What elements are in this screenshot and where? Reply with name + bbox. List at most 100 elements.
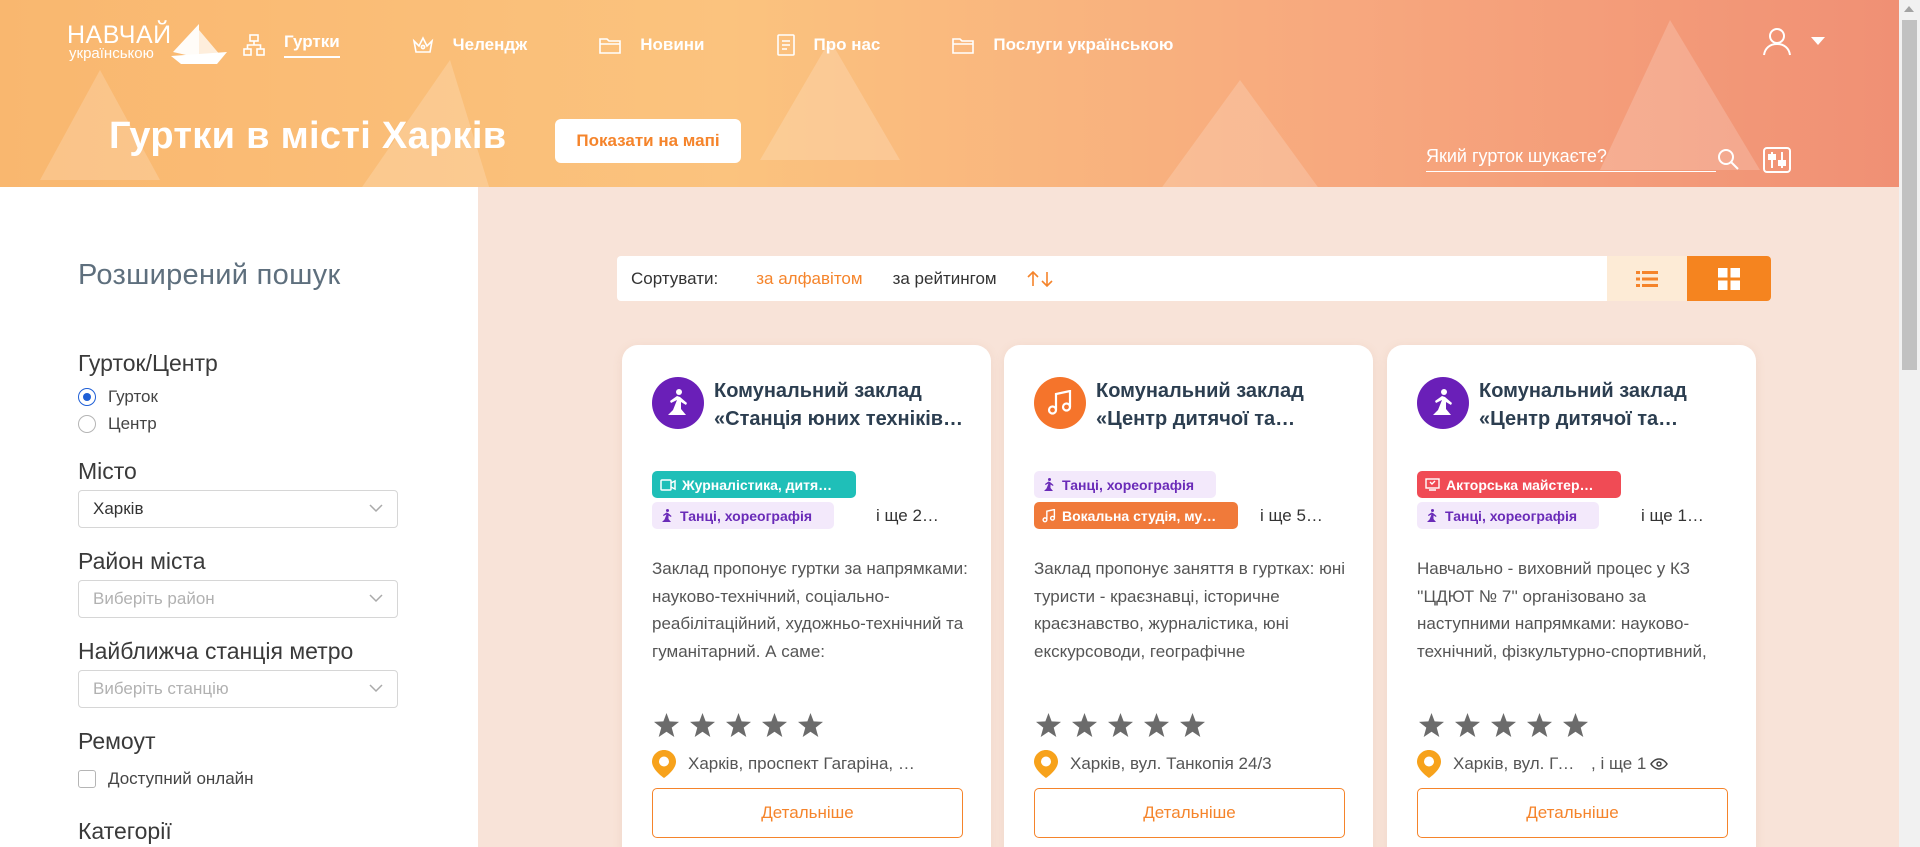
address-more[interactable]: , і ще 1 xyxy=(1591,754,1646,774)
list-view-button[interactable] xyxy=(1607,256,1687,301)
metro-select[interactable]: Виберіть станцію xyxy=(78,670,398,708)
more-categories[interactable]: і ще 2… xyxy=(876,506,939,526)
club-title-line: Комунальний заклад xyxy=(1096,380,1304,402)
sort-direction-toggle[interactable] xyxy=(1027,270,1053,287)
user-menu[interactable] xyxy=(1762,26,1826,56)
grid-view-button[interactable] xyxy=(1687,256,1771,301)
online-checkbox[interactable] xyxy=(78,770,96,788)
nav-item-about[interactable]: Про нас xyxy=(776,30,881,60)
card-header: Комунальний заклад «Центр дитячої та… xyxy=(1417,377,1734,433)
location-pin-icon xyxy=(652,750,676,778)
club-address: Харків, вул. Грозн… , і ще 1 xyxy=(1417,750,1669,778)
club-card[interactable]: Комунальний заклад «Центр дитячої та… Та… xyxy=(1004,345,1373,847)
club-title[interactable]: Комунальний заклад «Станція юних технікі… xyxy=(714,377,969,433)
category-tag: Танці, хореографія xyxy=(1417,502,1599,529)
decor-triangle xyxy=(1160,80,1320,187)
hierarchy-icon xyxy=(243,34,265,56)
club-title[interactable]: Комунальний заклад «Центр дитячої та… xyxy=(1096,377,1351,433)
location-pin-icon xyxy=(1417,750,1441,778)
club-description: Навчально - виховний процес у КЗ ''ЦДЮТ … xyxy=(1417,559,1707,661)
star-icon xyxy=(798,713,823,737)
tag-label: Журналістика, дитя… xyxy=(682,476,833,493)
theater-icon xyxy=(1425,478,1440,491)
club-card[interactable]: Комунальний заклад «Станція юних технікі… xyxy=(622,345,991,847)
search-input[interactable] xyxy=(1426,142,1716,170)
sort-alphabet[interactable]: за алфавітом xyxy=(756,269,862,289)
club-title-line: Комунальний заклад xyxy=(714,380,922,402)
more-categories[interactable]: і ще 5… xyxy=(1260,506,1323,526)
nav-item-clubs[interactable]: Гуртки xyxy=(243,30,340,60)
folder-icon xyxy=(599,38,622,54)
page-scrollbar[interactable] xyxy=(1899,0,1920,847)
district-label: Район міста xyxy=(78,548,206,574)
nav-item-challenge[interactable]: Челендж xyxy=(412,30,528,60)
dance-icon xyxy=(668,389,687,415)
online-checkbox-row[interactable]: Доступний онлайн xyxy=(78,769,254,789)
page-title: Гуртки в місті Харків xyxy=(109,115,507,157)
club-title-line: «Центр дитячої та… xyxy=(1479,408,1679,430)
caret-down-icon xyxy=(1811,37,1825,45)
dance-icon xyxy=(1433,389,1452,415)
radio-center[interactable]: Центр xyxy=(78,414,157,434)
address-text: Харків, проспект Гагаріна, … xyxy=(688,754,915,773)
more-categories[interactable]: і ще 1… xyxy=(1641,506,1704,526)
category-tag: Танці, хореографія xyxy=(1034,471,1216,498)
main-nav: Гуртки Челендж Новини Про нас Послуги ук… xyxy=(243,30,1245,60)
radio-button[interactable] xyxy=(78,415,96,433)
club-title[interactable]: Комунальний заклад «Центр дитячої та… xyxy=(1479,377,1734,433)
scroll-up-arrow-icon[interactable] xyxy=(1904,6,1914,12)
club-address: Харків, вул. Танкопія 24/3 xyxy=(1034,750,1272,778)
search-icon[interactable] xyxy=(1717,148,1739,170)
club-title-line: Комунальний заклад xyxy=(1479,380,1687,402)
radio-button[interactable] xyxy=(78,388,96,406)
dance-icon xyxy=(1044,477,1054,491)
star-icon xyxy=(726,713,751,737)
club-card[interactable]: Комунальний заклад «Центр дитячої та… Ак… xyxy=(1387,345,1756,847)
eye-icon[interactable] xyxy=(1650,758,1669,770)
radio-label: Гурток xyxy=(108,387,158,406)
arrow-down-icon xyxy=(1041,271,1053,287)
star-icon xyxy=(1108,713,1133,737)
nav-label: Челендж xyxy=(452,35,528,54)
header: НАВЧАЙ українською Гуртки Челендж Новини… xyxy=(0,0,1920,187)
nav-label: Про нас xyxy=(813,35,881,54)
card-header: Комунальний заклад «Станція юних технікі… xyxy=(652,377,969,433)
logo-sub: українською xyxy=(69,45,154,62)
filter-settings-icon[interactable] xyxy=(1763,147,1791,173)
show-map-button[interactable]: Показати на мапі xyxy=(555,119,741,163)
club-title-line: «Станція юних техніків… xyxy=(714,408,964,430)
star-icon xyxy=(1527,713,1552,737)
details-button[interactable]: Детальніше xyxy=(1417,788,1728,838)
music-note-icon xyxy=(1042,508,1056,522)
star-icon xyxy=(1491,713,1516,737)
location-pin-icon xyxy=(1034,750,1058,778)
remote-label: Ремоут xyxy=(78,728,156,754)
tag-label: Танці, хореографія xyxy=(680,507,813,524)
logo[interactable]: НАВЧАЙ українською xyxy=(67,22,227,66)
sort-rating[interactable]: за рейтингом xyxy=(893,269,997,289)
nav-item-services[interactable]: Послуги українською xyxy=(952,30,1173,60)
nav-item-news[interactable]: Новини xyxy=(599,30,705,60)
advanced-search-title: Розширений пошук xyxy=(78,259,341,291)
club-description: Заклад пропонує гуртки за напрямками: на… xyxy=(652,559,968,661)
star-icon xyxy=(1144,713,1169,737)
district-select[interactable]: Виберіть район xyxy=(78,580,398,618)
star-icon xyxy=(654,713,679,737)
crown-icon xyxy=(412,36,433,53)
tag-label: Вокальна студія, му… xyxy=(1062,507,1217,524)
club-avatar xyxy=(652,377,704,429)
nav-label: Послуги українською xyxy=(993,35,1174,54)
star-icon xyxy=(762,713,787,737)
rating-stars xyxy=(1036,713,1216,737)
category-tag: Танці, хореографія xyxy=(652,502,834,529)
details-button[interactable]: Детальніше xyxy=(1034,788,1345,838)
music-note-icon xyxy=(1047,390,1072,415)
scrollbar-thumb[interactable] xyxy=(1902,20,1917,370)
club-avatar xyxy=(1034,377,1086,429)
star-icon xyxy=(1180,713,1205,737)
star-icon xyxy=(1563,713,1588,737)
radio-club[interactable]: Гурток xyxy=(78,387,158,407)
category-tag: Журналістика, дитя… xyxy=(652,471,856,498)
city-select[interactable]: Харків xyxy=(78,490,398,528)
details-button[interactable]: Детальніше xyxy=(652,788,963,838)
